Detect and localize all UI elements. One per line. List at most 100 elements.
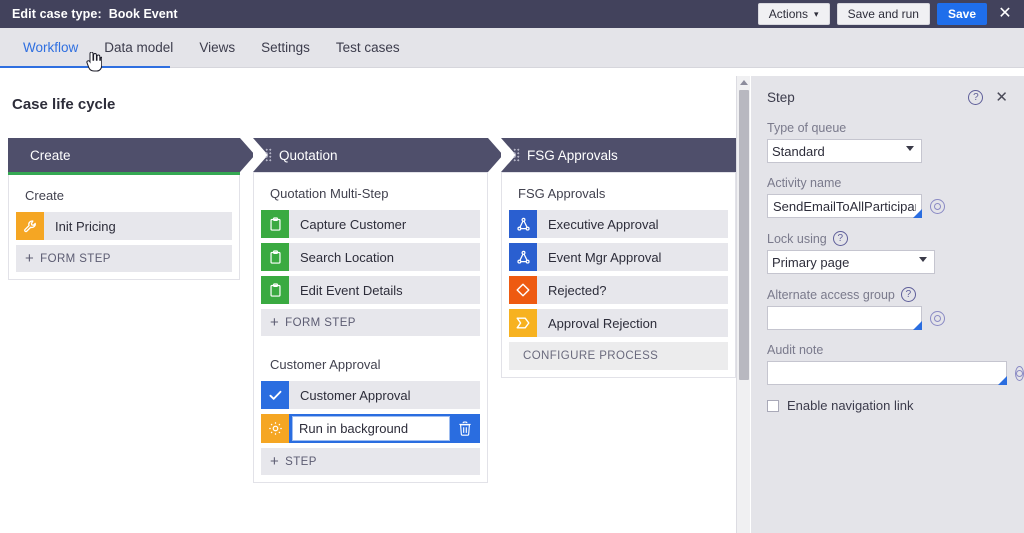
stage-quotation-body: Quotation Multi-Step Capture Customer Se… [253, 172, 488, 483]
activity-name-input[interactable] [767, 194, 922, 218]
activity-name-label: Activity name [767, 176, 842, 190]
add-form-step-button[interactable]: + FORM STEP [16, 245, 232, 272]
step-row[interactable]: Approval Rejection [509, 309, 728, 337]
help-icon[interactable]: ? [832, 231, 848, 246]
field-type-of-queue: Type of queue Standard [767, 121, 1008, 163]
step-row[interactable]: Search Location [261, 243, 480, 271]
add-step-label: STEP [285, 455, 317, 468]
enable-navigation-link-checkbox[interactable] [767, 399, 779, 412]
type-of-queue-select[interactable]: Standard [767, 139, 922, 163]
drag-handle-icon[interactable] [513, 148, 520, 162]
canvas-vertical-scrollbar[interactable] [736, 76, 750, 533]
chevron-down-icon: ▾ [814, 8, 819, 19]
chevron-flag-icon [509, 309, 537, 337]
enable-navigation-link-row[interactable]: Enable navigation link [767, 398, 1008, 413]
top-bar-actions: Actions ▾ Save and run Save ✕ [757, 3, 1024, 25]
step-row[interactable]: Executive Approval [509, 210, 728, 238]
alternate-access-group-input[interactable] [767, 306, 922, 330]
type-of-queue-label: Type of queue [767, 121, 847, 135]
open-target-icon[interactable] [930, 198, 945, 214]
add-step-button[interactable]: + STEP [261, 448, 480, 475]
active-tab-underline [0, 66, 170, 68]
process-create: Create Init Pricing + FORM STEP [16, 181, 232, 272]
step-row[interactable]: Edit Event Details [261, 276, 480, 304]
process-create-title: Create [25, 188, 65, 203]
stage-quotation-header[interactable]: Quotation [253, 138, 503, 172]
tab-workflow[interactable]: Workflow [10, 28, 91, 66]
audit-note-label: Audit note [767, 343, 824, 357]
save-and-run-button[interactable]: Save and run [836, 3, 930, 25]
stage-fsg-approvals-body: FSG Approvals Executive Approval Event M… [501, 172, 736, 378]
panel-header-icons: ? ✕ [968, 90, 1008, 105]
step-row[interactable]: Rejected? [509, 276, 728, 304]
step-label: Event Mgr Approval [548, 249, 662, 265]
lock-using-select[interactable]: Primary page [767, 250, 935, 274]
process-customer-approval-title: Customer Approval [270, 357, 381, 372]
field-lock-using: Lock using ? Primary page [767, 231, 1008, 274]
tab-views[interactable]: Views [186, 28, 248, 66]
tab-settings[interactable]: Settings [248, 28, 323, 66]
lock-using-label: Lock using [767, 231, 827, 246]
step-label: Customer Approval [300, 387, 411, 403]
step-label: Executive Approval [548, 216, 659, 232]
step-row[interactable]: Event Mgr Approval [509, 243, 728, 271]
add-form-step-label: FORM STEP [285, 316, 356, 329]
panel-title: Step [767, 90, 795, 105]
stage-quotation-title: Quotation [279, 147, 338, 163]
check-icon [261, 381, 289, 409]
process-customer-approval: Customer Approval Customer Approval Run … [261, 350, 480, 475]
save-button[interactable]: Save [936, 3, 987, 25]
type-of-queue-select-wrap: Standard [767, 139, 922, 163]
stage-quotation: Quotation Quotation Multi-Step Capture C… [253, 138, 503, 483]
lock-using-select-wrap: Primary page [767, 250, 935, 274]
open-target-icon[interactable] [1015, 365, 1024, 381]
approval-tree-icon [509, 243, 537, 271]
step-label: Edit Event Details [300, 282, 403, 298]
workflow-canvas: Case life cycle Create Create Init Prici… [0, 76, 740, 533]
activity-name-input-wrap [767, 194, 1008, 218]
tab-data-model[interactable]: Data model [91, 28, 186, 66]
step-row[interactable]: Init Pricing [16, 212, 232, 240]
configure-process-button[interactable]: CONFIGURE PROCESS [509, 342, 728, 370]
decision-diamond-icon [509, 276, 537, 304]
open-target-icon[interactable] [930, 310, 945, 326]
process-quotation-title: Quotation Multi-Step [270, 186, 389, 201]
add-form-step-button[interactable]: + FORM STEP [261, 309, 480, 336]
panel-header: Step ? ✕ [767, 90, 1008, 105]
actions-button[interactable]: Actions ▾ [757, 3, 830, 25]
delete-icon[interactable] [450, 414, 480, 443]
drag-handle-icon[interactable] [265, 148, 272, 162]
close-icon[interactable]: ✕ [994, 3, 1016, 25]
help-icon[interactable]: ? [968, 90, 984, 105]
scrollbar-thumb[interactable] [739, 90, 749, 380]
step-label: Capture Customer [300, 216, 407, 232]
tab-list: Workflow Data model Views Settings Test … [0, 28, 1024, 66]
clipboard-icon [261, 210, 289, 238]
audit-note-input-wrap [767, 361, 1024, 385]
stage-fsg-approvals-header[interactable]: FSG Approvals [501, 138, 740, 172]
gear-icon [261, 414, 289, 443]
plus-icon: + [25, 250, 35, 267]
help-icon[interactable]: ? [900, 287, 916, 302]
step-row-editing[interactable] [261, 414, 480, 443]
step-name-input[interactable] [292, 416, 450, 441]
step-label: Init Pricing [55, 218, 116, 234]
process-fsg-approvals: FSG Approvals Executive Approval Event M… [509, 179, 728, 370]
plus-icon: + [270, 314, 280, 331]
mouse-cursor-pointer [86, 51, 103, 72]
clipboard-icon [261, 276, 289, 304]
step-row[interactable]: Capture Customer [261, 210, 480, 238]
panel-close-icon[interactable]: ✕ [995, 90, 1008, 105]
field-alternate-access-group: Alternate access group ? [767, 287, 1008, 330]
tab-test-cases[interactable]: Test cases [323, 28, 413, 66]
audit-note-input[interactable] [767, 361, 1007, 385]
top-bar-title-group: Edit case type: Book Event [0, 7, 178, 21]
scroll-up-arrow-icon[interactable] [740, 80, 748, 85]
alternate-access-group-label: Alternate access group [767, 287, 895, 302]
step-label: Approval Rejection [548, 315, 658, 331]
step-row[interactable]: Customer Approval [261, 381, 480, 409]
alternate-access-group-input-wrap [767, 306, 1008, 330]
stage-fsg-approvals: FSG Approvals FSG Approvals Executive Ap… [501, 138, 740, 378]
stage-create-header[interactable]: Create [8, 138, 255, 172]
enable-navigation-link-label: Enable navigation link [787, 398, 914, 413]
